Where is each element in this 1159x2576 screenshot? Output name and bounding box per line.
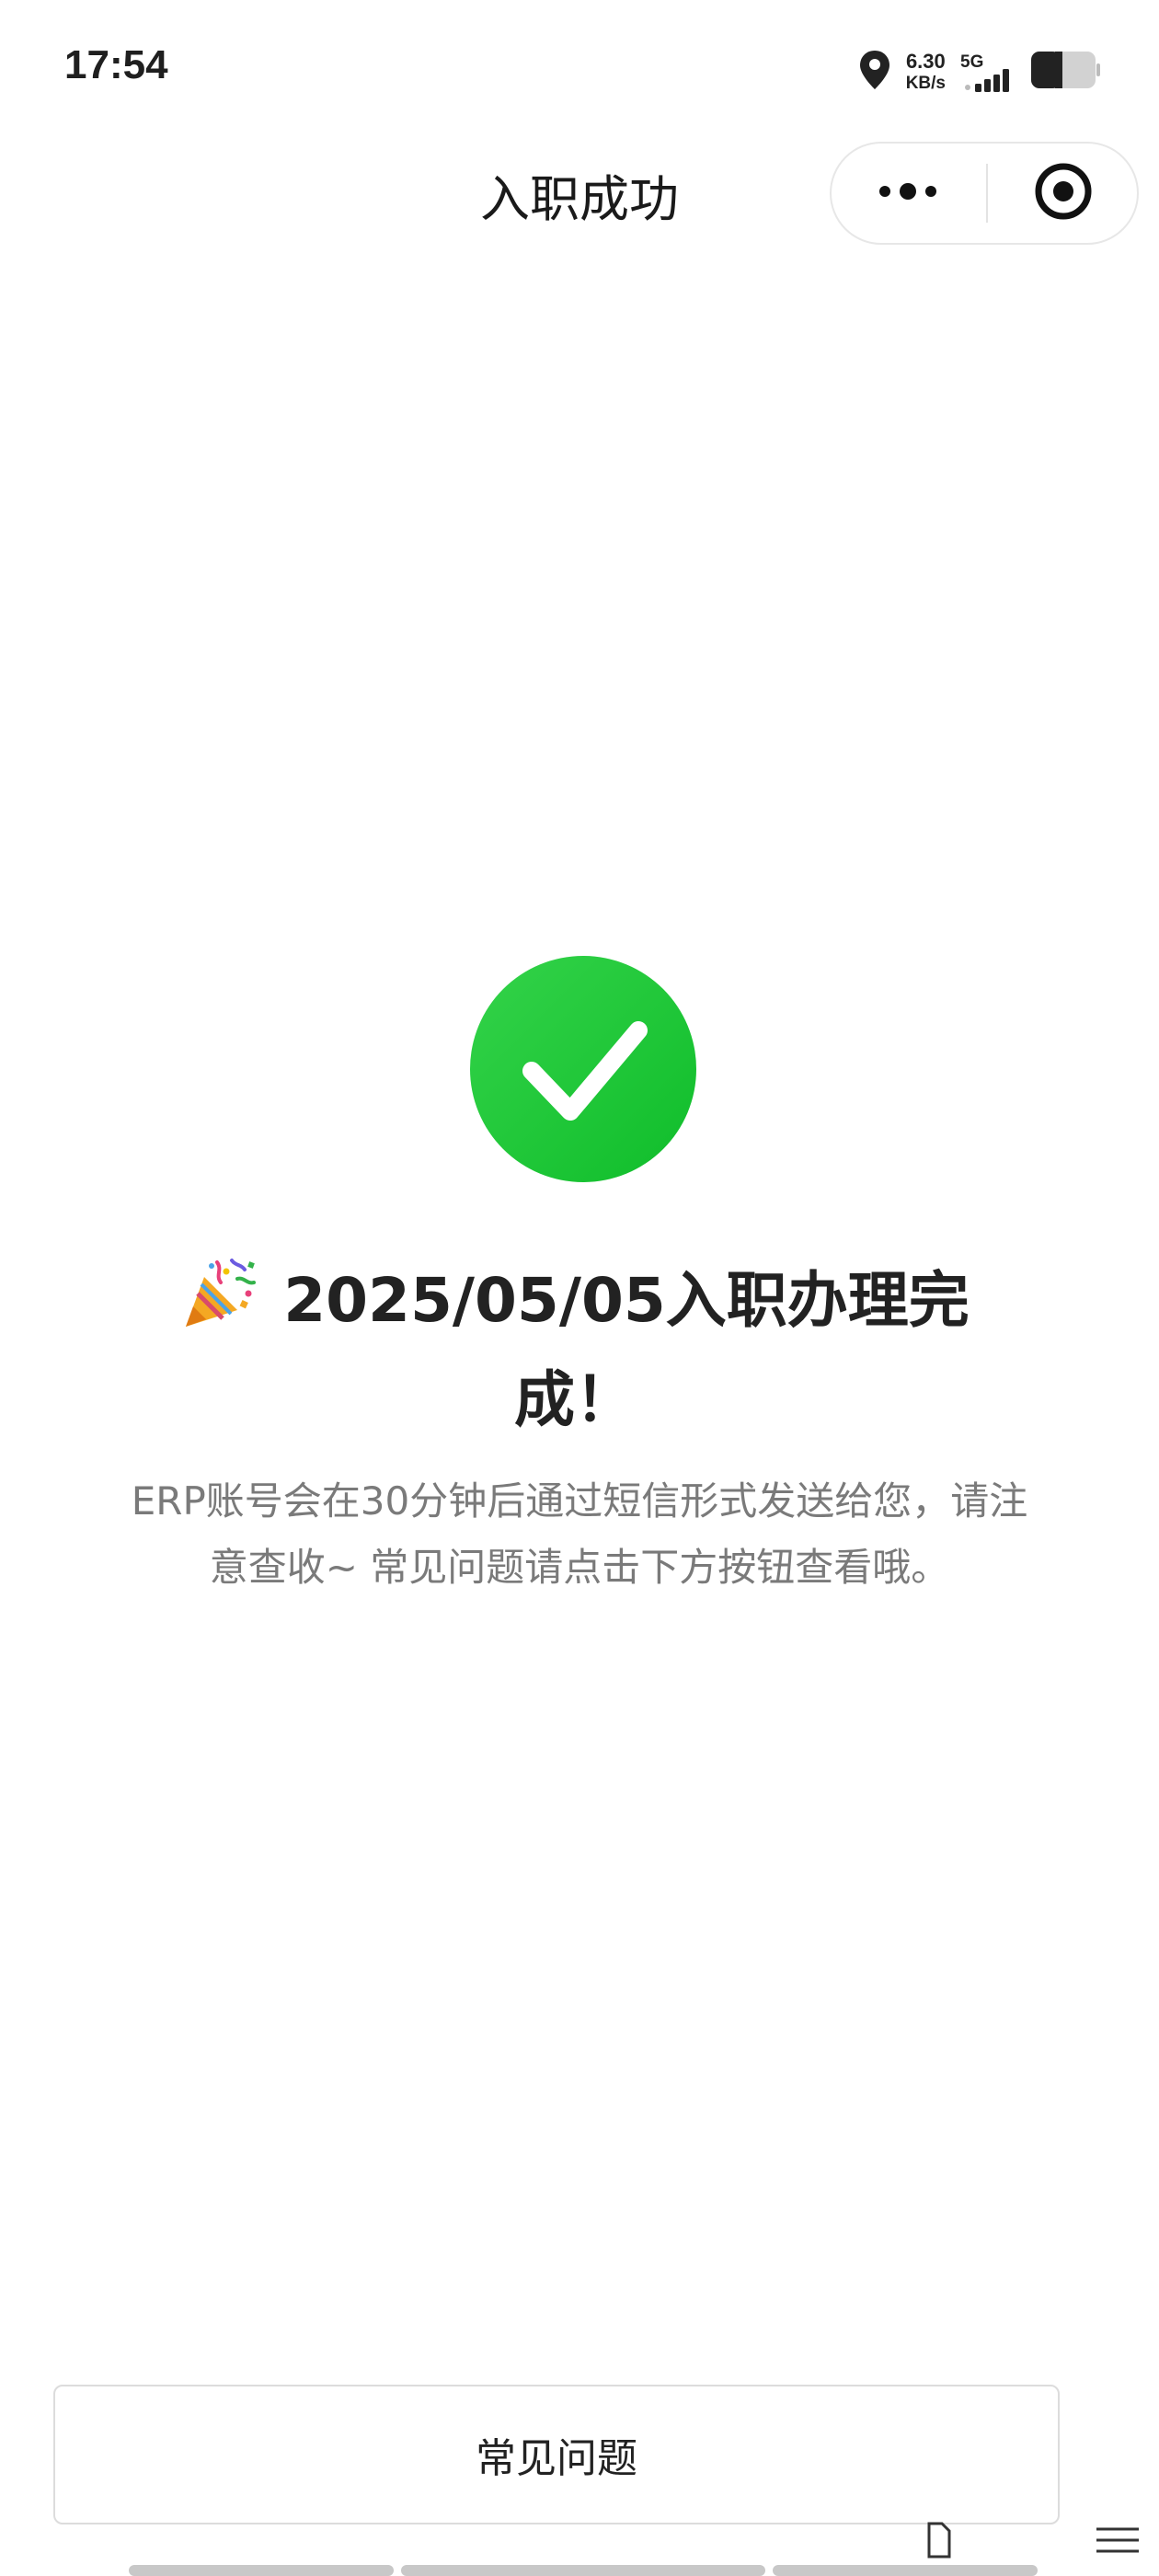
check-circle-icon [469, 955, 697, 1183]
location-icon [858, 49, 891, 95]
close-target-icon [1033, 161, 1094, 225]
bottom-bar-segment [129, 2565, 394, 2576]
success-message: ERP账号会在30分钟后通过短信形式发送给您，请注意查收~ 常见问题请点击下方按… [131, 1478, 1028, 1590]
status-indicators: 6.30 KB/s 5G [858, 46, 1100, 98]
success-headline-text: 2025/05/05入职办理完成！ [283, 1265, 970, 1435]
menu-lines-icon [1093, 2524, 1142, 2564]
document-icon [925, 2522, 951, 2566]
more-button[interactable] [832, 144, 984, 243]
status-bar: 17:54 6.30 KB/s 5G [0, 0, 1159, 138]
close-button[interactable] [988, 144, 1139, 243]
bottom-bar-segment [773, 2565, 1038, 2576]
network-speed-unit: KB/s [905, 74, 946, 93]
success-headline: 2025/05/05入职办理完成！ [138, 1251, 1012, 1450]
network-speed-value: 6.30 [905, 50, 946, 73]
network-speed: 6.30 KB/s [905, 50, 946, 93]
signal-icon [965, 69, 1009, 92]
bottom-bar-segment [401, 2565, 765, 2576]
status-time: 17:54 [64, 42, 168, 87]
mini-program-capsule [830, 142, 1139, 245]
bottom-corner-icons [925, 2522, 1142, 2566]
screen: 17:54 6.30 KB/s 5G 入职成功 2025/05/05入职办理完成… [0, 0, 1159, 2576]
more-dots-icon [876, 182, 940, 204]
signal-indicator: 5G [960, 49, 1016, 95]
faq-button[interactable]: 常见问题 [53, 2385, 1060, 2524]
party-popper-icon [180, 1257, 258, 1330]
battery-icon [1030, 50, 1100, 94]
